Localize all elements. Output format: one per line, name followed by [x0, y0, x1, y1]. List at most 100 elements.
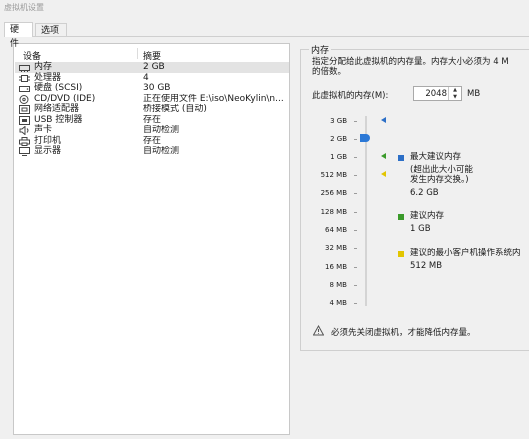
min-guest-marker-icon — [381, 171, 386, 177]
device-name: USB 控制器 — [34, 114, 83, 125]
device-name: 内存 — [34, 62, 53, 72]
scale-label: 3 GB — [330, 117, 347, 125]
device-row-usb-controller[interactable]: USB 控制器 存在 — [15, 115, 289, 126]
memory-description-line: 的倍数。 — [312, 67, 347, 77]
warning-text: 必须先关闭虚拟机，才能降低内存量。 — [331, 328, 476, 338]
scale-label: 2 GB — [330, 135, 347, 143]
scale-tick — [354, 303, 357, 304]
device-name: 显示器 — [34, 146, 62, 156]
scale-tick — [354, 285, 357, 286]
spinner-down-icon[interactable]: ▼ — [449, 94, 461, 100]
scale-tick — [354, 121, 357, 122]
scale-tick — [354, 267, 357, 268]
display-icon — [19, 147, 30, 156]
device-summary: 正在使用文件 E:\iso\NeoKylin\n... — [143, 93, 284, 104]
scale-tick — [354, 230, 357, 231]
memory-description-line: 指定分配给此虚拟机的内存量。内存大小必须为 4 M — [312, 57, 509, 67]
device-name: CD/DVD (IDE) — [34, 93, 96, 104]
scale-label: 16 MB — [325, 263, 347, 271]
device-row-sound-card[interactable]: 声卡 自动检测 — [15, 125, 289, 136]
max-recommended-value: 6.2 GB — [410, 187, 439, 198]
device-name: 网络适配器 — [34, 104, 80, 114]
memory-size-spinner[interactable]: 2048 ▲ ▼ — [413, 86, 462, 101]
max-recommended-note: 发生内存交换。) — [410, 175, 469, 185]
min-guest-value: 512 MB — [410, 260, 443, 271]
min-guest-title: 建议的最小客户机操作系统内 — [410, 248, 521, 258]
column-header-summary[interactable]: 摘要 — [143, 49, 161, 62]
max-recommended-title: 最大建议内存 — [410, 152, 462, 162]
recommended-marker-icon — [381, 153, 386, 159]
device-summary: 存在 — [143, 114, 162, 125]
spinner-up-icon[interactable]: ▲ — [449, 87, 461, 93]
memory-slider-track[interactable] — [365, 116, 367, 306]
device-row-cd-dvd[interactable]: CD/DVD (IDE) 正在使用文件 E:\iso\NeoKylin\n... — [15, 94, 289, 105]
device-row-hard-disk[interactable]: 硬盘 (SCSI) 30 GB — [15, 83, 289, 94]
scale-label: 32 MB — [325, 244, 347, 252]
device-summary: 2 GB — [143, 62, 165, 72]
max-recommended-marker-icon — [381, 117, 386, 123]
max-recommended-legend-icon — [398, 155, 404, 161]
recommended-value: 1 GB — [410, 223, 431, 234]
scale-tick — [354, 248, 357, 249]
scale-tick — [354, 139, 357, 140]
scale-tick — [354, 193, 357, 194]
scale-label: 8 MB — [329, 281, 347, 289]
memory-description: 指定分配给此虚拟机的内存量。内存大小必须为 4 M 的倍数。 — [312, 57, 529, 77]
recommended-legend-icon — [398, 214, 404, 220]
device-row-network-adapter[interactable]: 网络适配器 桥接模式 (自动) — [15, 104, 289, 115]
device-list-header: 设备 摘要 — [14, 44, 289, 62]
device-name: 声卡 — [34, 125, 53, 135]
device-row-memory[interactable]: 内存 2 GB — [15, 62, 289, 73]
sound-card-icon — [19, 126, 29, 135]
scale-tick — [354, 175, 357, 176]
memory-field-label: 此虚拟机的内存(M): — [312, 91, 389, 101]
min-guest-legend-icon — [398, 251, 404, 257]
device-summary: 30 GB — [143, 83, 171, 93]
scale-tick — [354, 157, 357, 158]
device-name: 硬盘 (SCSI) — [34, 83, 83, 93]
device-row-printer[interactable]: 打印机 存在 — [15, 136, 289, 147]
window-title: 虚拟机设置 — [4, 3, 44, 12]
printer-icon — [19, 136, 30, 146]
device-row-processor[interactable]: 处理器 4 — [15, 73, 289, 84]
device-summary: 存在 — [143, 135, 162, 146]
max-recommended-legend: 最大建议内存 (超出此大小可能 发生内存交换。) 6.2 GB — [410, 152, 473, 198]
device-list[interactable]: 设备 摘要 内存 2 GB 处理器 4 硬盘 (SCSI) 30 GB CD/D… — [13, 43, 290, 435]
column-separator[interactable] — [137, 48, 138, 59]
tab-divider — [4, 36, 529, 37]
network-adapter-icon — [19, 105, 30, 114]
column-header-device[interactable]: 设备 — [23, 49, 41, 62]
device-summary: 自动检测 — [143, 125, 180, 135]
memory-icon — [19, 65, 30, 72]
tab-hardware[interactable]: 硬件 — [4, 22, 33, 49]
tab-options[interactable]: 选项 — [35, 23, 67, 36]
processor-icon — [19, 74, 30, 82]
scale-label: 512 MB — [320, 171, 347, 179]
device-row-display[interactable]: 显示器 自动检测 — [15, 146, 289, 157]
usb-controller-icon — [19, 115, 30, 125]
scale-label: 64 MB — [325, 226, 347, 234]
scale-label: 1 GB — [330, 153, 347, 161]
device-summary: 自动检测 — [143, 146, 180, 156]
memory-size-input[interactable]: 2048 — [425, 89, 447, 99]
scale-label: 4 MB — [329, 299, 347, 307]
scale-tick — [354, 212, 357, 213]
recommended-legend: 建议内存 1 GB — [410, 211, 444, 234]
scale-label: 128 MB — [320, 208, 347, 216]
device-name: 打印机 — [34, 135, 62, 146]
min-guest-legend: 建议的最小客户机操作系统内 512 MB — [410, 248, 529, 271]
recommended-title: 建议内存 — [410, 211, 445, 221]
device-summary: 4 — [143, 72, 149, 83]
title-bar: 虚拟机设置 — [0, 0, 529, 14]
spinner-buttons: ▲ ▼ — [448, 87, 461, 100]
scale-label: 256 MB — [320, 189, 347, 197]
memory-unit: MB — [467, 89, 481, 99]
hard-disk-icon — [19, 86, 30, 92]
cd-dvd-icon — [19, 94, 29, 104]
device-summary: 桥接模式 (自动) — [143, 104, 207, 114]
memory-group-title: 内存 — [309, 43, 332, 56]
warning-icon — [313, 325, 324, 336]
device-name: 处理器 — [34, 72, 62, 83]
memory-slider-thumb[interactable] — [360, 134, 370, 142]
max-recommended-note: (超出此大小可能 — [410, 164, 473, 175]
